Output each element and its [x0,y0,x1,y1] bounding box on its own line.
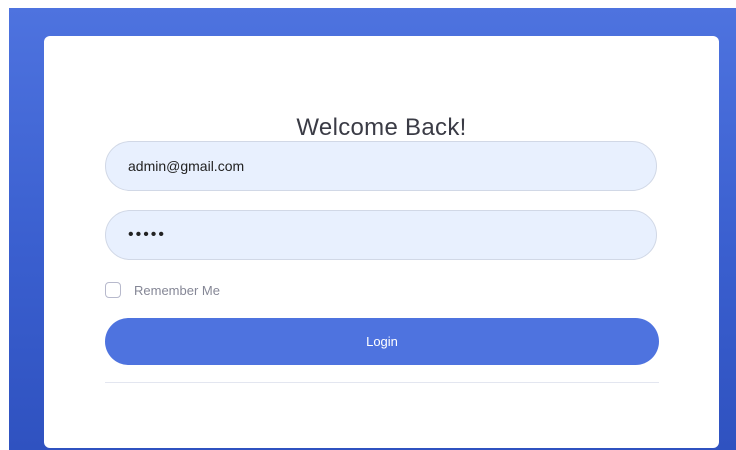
remember-me[interactable]: Remember Me [105,281,220,299]
divider [105,382,659,383]
login-button[interactable]: Login [105,318,659,365]
remember-me-checkbox[interactable] [105,282,121,298]
password-field[interactable] [105,210,657,260]
remember-me-label: Remember Me [134,282,220,298]
page-background: Welcome Back! Remember Me Login [9,8,736,450]
login-card: Welcome Back! Remember Me Login [44,36,719,448]
email-field[interactable] [105,141,657,191]
page-title: Welcome Back! [296,114,467,141]
